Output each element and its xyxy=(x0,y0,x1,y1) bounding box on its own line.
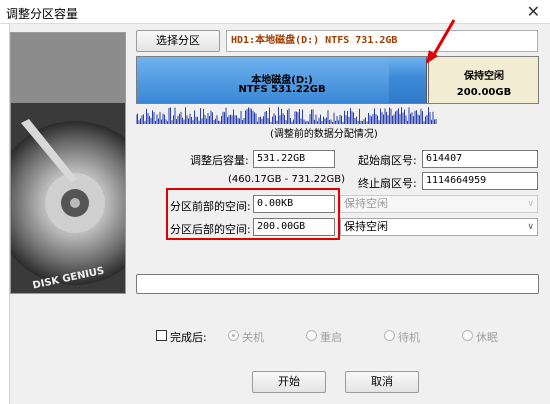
radio-standby[interactable] xyxy=(384,330,395,341)
disk-info-field: HD1:本地磁盘(D:) NTFS 731.2GB xyxy=(226,30,538,52)
left-edge xyxy=(0,24,10,404)
chevron-down-icon: ∨ xyxy=(527,199,534,209)
window-title: 调整分区容量 xyxy=(6,7,79,21)
progress-bar xyxy=(136,274,539,294)
select-partition-button[interactable]: 选择分区 xyxy=(136,30,220,52)
before-space-label: 分区前部的空间: xyxy=(170,200,251,213)
after-space-input[interactable]: 200.00GB xyxy=(253,218,335,236)
distribution-caption: (调整前的数据分配情况) xyxy=(270,129,378,140)
completion-checkbox[interactable] xyxy=(156,330,167,341)
after-space-label: 分区后部的空间: xyxy=(170,223,251,236)
before-space-option: 保持空闲 xyxy=(344,197,388,210)
start-sector-input[interactable]: 614407 xyxy=(422,150,538,168)
radio-hibernate[interactable] xyxy=(462,330,473,341)
free-space-name: 保持空闲 xyxy=(464,71,504,82)
hard-disk-icon: DISK GENIUS xyxy=(11,33,125,293)
radio-restart[interactable] xyxy=(306,330,317,341)
start-button[interactable]: 开始 xyxy=(252,371,326,393)
title-bar: 调整分区容量 ✕ xyxy=(0,0,550,24)
size-label: 调整后容量: xyxy=(190,154,249,167)
radio-restart-label: 重启 xyxy=(320,331,342,344)
after-space-option: 保持空闲 xyxy=(344,220,388,233)
red-arrow-icon xyxy=(426,19,456,64)
radio-shutdown[interactable] xyxy=(228,330,239,341)
before-space-select: 保持空闲 ∨ xyxy=(340,195,538,213)
after-space-select[interactable]: 保持空闲 ∨ xyxy=(340,218,538,236)
partition-main-detail: NTFS 531.22GB xyxy=(238,84,326,95)
end-sector-input[interactable]: 1114664959 xyxy=(422,172,538,190)
hard-disk-image: DISK GENIUS xyxy=(10,32,126,294)
free-space-size: 200.00GB xyxy=(456,87,512,98)
radio-standby-label: 待机 xyxy=(398,331,420,344)
end-sector-label: 终止扇区号: xyxy=(358,177,417,190)
start-sector-label: 起始扇区号: xyxy=(358,154,417,167)
partition-main-block[interactable]: 本地磁盘(D:) NTFS 531.22GB xyxy=(137,57,427,103)
close-icon[interactable]: ✕ xyxy=(527,2,540,21)
size-range-text: (460.17GB - 731.22GB) xyxy=(228,174,345,185)
radio-hibernate-label: 休眠 xyxy=(476,331,498,344)
cancel-button[interactable]: 取消 xyxy=(345,371,419,393)
radio-shutdown-label: 关机 xyxy=(242,331,264,344)
completion-label: 完成后: xyxy=(170,331,207,344)
partition-bar: 本地磁盘(D:) NTFS 531.22GB 保持空闲 200.00GB xyxy=(136,56,539,104)
size-input[interactable]: 531.22GB xyxy=(253,150,335,168)
chevron-down-icon[interactable]: ∨ xyxy=(527,219,534,235)
before-space-input[interactable]: 0.00KB xyxy=(253,195,335,213)
data-distribution-graph xyxy=(136,107,437,124)
